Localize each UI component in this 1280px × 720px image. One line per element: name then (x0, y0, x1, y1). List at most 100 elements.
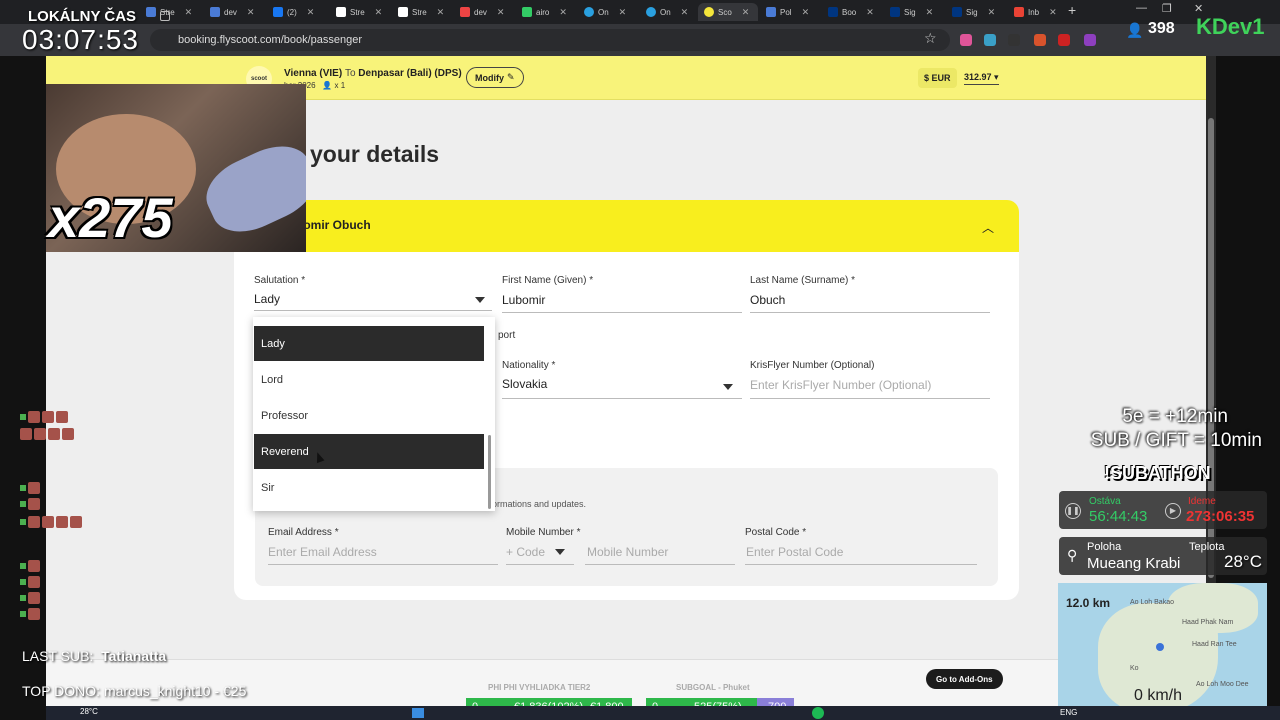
browser-tab[interactable]: dev ✕ (454, 3, 504, 21)
extension-icon[interactable] (1034, 34, 1046, 46)
dropdown-option[interactable]: Reverend (254, 434, 484, 469)
extension-icon[interactable] (1058, 34, 1070, 46)
close-icon[interactable]: ✕ (1049, 7, 1057, 18)
close-icon[interactable]: ✕ (497, 7, 505, 18)
email-input[interactable]: Enter Email Address (268, 545, 377, 559)
close-icon[interactable]: ✕ (619, 7, 627, 18)
browser-tab[interactable]: Sig ✕ (946, 3, 995, 21)
input-language[interactable]: ENG (1060, 708, 1077, 717)
goal-label: SUBGOAL - Phuket (676, 683, 750, 692)
tab-label: Pol (780, 7, 792, 17)
divider (506, 564, 574, 565)
go-to-addons-button[interactable]: Go to Add-Ons (926, 669, 1003, 689)
tab-label: dev (224, 7, 237, 17)
country-code-select[interactable]: + Code (506, 545, 545, 559)
url-field[interactable]: booking.flyscoot.com/book/passenger (150, 29, 950, 51)
browser-tab[interactable]: Stre ✕ (330, 3, 382, 21)
goal-label: PHI PHI VYHLIADKA TIER2 (488, 683, 591, 692)
spotify-icon[interactable] (812, 707, 824, 719)
chevron-up-icon[interactable]: ︿ (982, 219, 994, 236)
chevron-down-icon[interactable] (555, 549, 565, 555)
browser-tab[interactable]: Boo ✕ (822, 3, 874, 21)
streamer-hand (196, 134, 306, 244)
extension-icon[interactable] (960, 34, 972, 46)
browser-tab[interactable]: On ✕ (578, 3, 626, 21)
browser-tab[interactable]: Sig ✕ (884, 3, 933, 21)
chat-message (20, 576, 40, 588)
mobile-input[interactable]: Mobile Number (587, 545, 668, 559)
browser-tab[interactable]: On ✕ (640, 3, 688, 21)
dropdown-option[interactable]: Lady (254, 326, 484, 361)
emote-icon (62, 428, 74, 440)
map-place-label: Haad Ran Tee (1192, 641, 1237, 648)
bookmark-star-icon[interactable]: ☆ (924, 30, 937, 47)
close-icon[interactable]: ✕ (988, 7, 996, 18)
last-name-input[interactable]: Obuch (750, 293, 785, 307)
site-info-icon[interactable] (160, 11, 170, 21)
postal-label: Postal Code * (745, 527, 807, 538)
close-icon[interactable]: ✕ (742, 7, 750, 18)
elapsed-label: Ideme (1188, 496, 1216, 507)
close-icon[interactable]: ✕ (866, 7, 874, 18)
tab-favicon-icon (146, 7, 156, 17)
new-tab-button[interactable]: + (1068, 2, 1076, 18)
passport-label-fragment: port (498, 330, 516, 341)
telegram-icon (646, 7, 656, 17)
browser-tab[interactable]: (2) ✕ (267, 3, 314, 21)
to-word: To (344, 68, 356, 79)
extension-icon[interactable] (1084, 34, 1096, 46)
local-time-label: LOKÁLNY ČAS (28, 8, 137, 25)
email-label: Email Address * (268, 527, 339, 538)
dropdown-scrollbar[interactable] (488, 435, 491, 509)
salutation-select[interactable]: Lady (254, 292, 280, 306)
dropdown-option[interactable]: Sir (254, 470, 484, 505)
close-icon[interactable]: ✕ (926, 7, 934, 18)
browser-tab-active[interactable]: Sco ✕ (698, 3, 758, 21)
chevron-down-icon[interactable] (723, 384, 733, 390)
browser-tab[interactable]: airo ✕ (516, 3, 567, 21)
krisflyer-input[interactable]: Enter KrisFlyer Number (Optional) (750, 378, 931, 392)
browser-tab[interactable]: Inb ✕ (1008, 3, 1057, 21)
tab-label: Sco (718, 7, 732, 17)
minimize-icon[interactable]: — (1136, 2, 1147, 14)
map-place-label: Ao Loh Moo Dee (1196, 681, 1249, 688)
close-icon[interactable]: ✕ (375, 7, 383, 18)
modify-button[interactable]: Modify ✎ (466, 67, 524, 88)
emote-icon (56, 411, 68, 423)
close-icon[interactable]: ✕ (559, 7, 567, 18)
badge-icon (20, 563, 26, 569)
pencil-icon: ✎ (507, 72, 515, 82)
divider (254, 310, 492, 311)
browser-tab[interactable]: Stre ✕ (392, 3, 444, 21)
nationality-select[interactable]: Slovakia (502, 377, 547, 391)
badge-icon (20, 579, 26, 585)
restore-icon[interactable]: ❐ (1162, 2, 1172, 15)
extension-icon[interactable] (1008, 34, 1020, 46)
passenger-name: bomir Obuch (296, 218, 371, 232)
windows-start-icon[interactable] (412, 708, 424, 718)
krisflyer-label: KrisFlyer Number (Optional) (750, 360, 875, 371)
passenger-count: x 1 (334, 81, 346, 90)
top-dono-value: marcus_knight10 - €25 (103, 683, 247, 699)
close-icon[interactable]: ✕ (681, 7, 689, 18)
chevron-down-icon[interactable] (475, 297, 485, 303)
booking-icon (952, 7, 962, 17)
close-icon[interactable]: ✕ (307, 7, 315, 18)
scoot-favicon-icon (704, 7, 714, 17)
current-position-marker (1156, 643, 1164, 651)
close-icon[interactable]: ✕ (437, 7, 445, 18)
browser-tab[interactable]: Pol ✕ (760, 3, 809, 21)
dropdown-option[interactable]: Professor (254, 398, 484, 433)
play-icon: ▶ (1165, 503, 1181, 519)
first-name-input[interactable]: Lubomir (502, 293, 545, 307)
close-icon[interactable]: ✕ (247, 7, 255, 18)
postal-input[interactable]: Enter Postal Code (746, 545, 843, 559)
chat-message (20, 608, 40, 620)
currency-badge[interactable]: $ EUR (918, 68, 957, 88)
browser-tab[interactable]: dev ✕ (204, 3, 254, 21)
total-price[interactable]: 312.97 ▾ (964, 72, 999, 85)
dropdown-option[interactable]: Lord (254, 362, 484, 397)
close-icon[interactable]: ✕ (802, 7, 810, 18)
close-icon[interactable]: ✕ (185, 7, 193, 18)
extension-icon[interactable] (984, 34, 996, 46)
